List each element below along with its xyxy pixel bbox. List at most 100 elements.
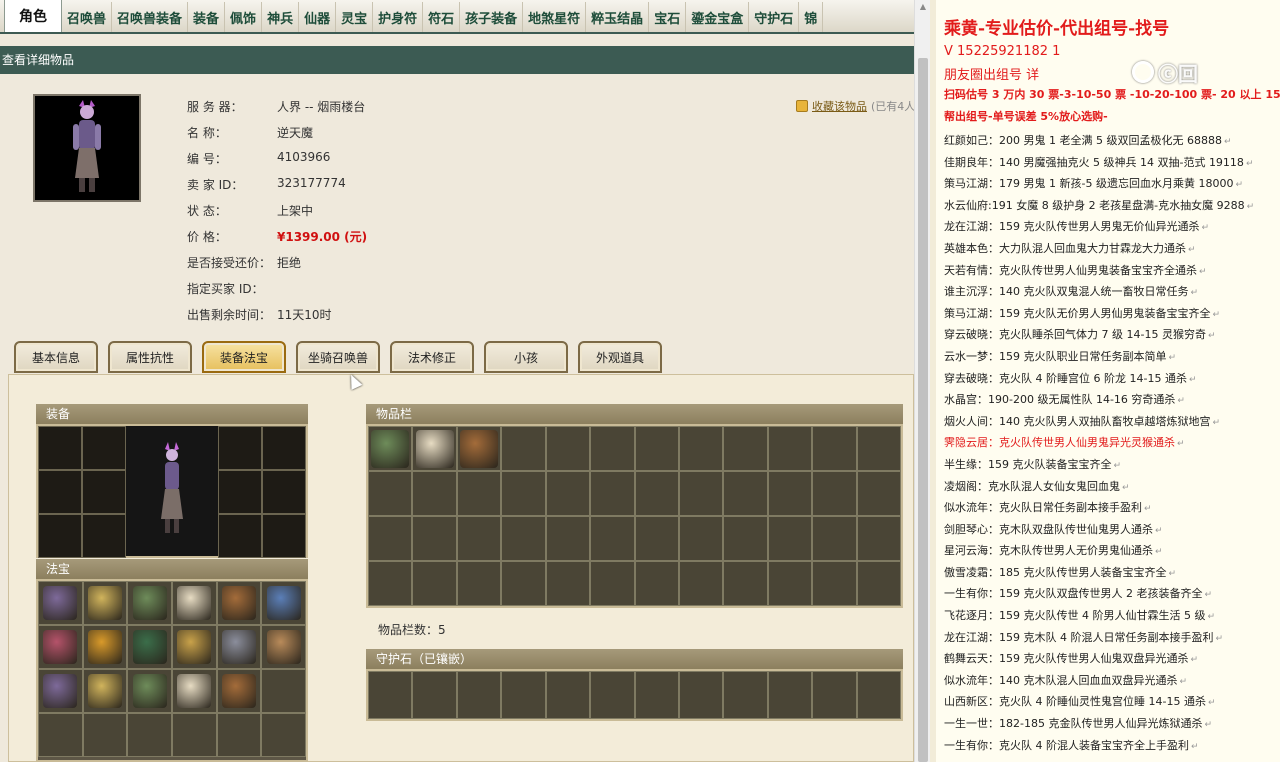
detail-tab-4[interactable]: 法术修正 bbox=[390, 341, 474, 373]
inventory-slot[interactable] bbox=[501, 561, 546, 606]
inventory-slot[interactable] bbox=[723, 516, 768, 561]
guard-stone-slot[interactable] bbox=[767, 671, 813, 719]
inventory-slot[interactable] bbox=[456, 471, 502, 516]
inventory-slot[interactable] bbox=[545, 516, 591, 561]
detail-tab-2[interactable]: 装备法宝 bbox=[202, 341, 286, 373]
nav-tab-11[interactable]: 地煞星符 bbox=[523, 2, 587, 32]
inventory-slot[interactable] bbox=[634, 516, 679, 561]
guard-stone-slot[interactable] bbox=[590, 671, 635, 719]
inventory-slot[interactable] bbox=[545, 561, 591, 606]
nav-tab-8[interactable]: 护身符 bbox=[373, 2, 424, 32]
fabao-slot[interactable] bbox=[172, 669, 217, 713]
guard-stone-slot[interactable] bbox=[545, 671, 591, 719]
nav-tab-7[interactable]: 灵宝 bbox=[336, 2, 374, 32]
fabao-slot[interactable] bbox=[216, 581, 262, 625]
equip-slot[interactable] bbox=[262, 426, 306, 470]
favorite-link[interactable]: 收藏该物品 (已有4人) bbox=[796, 98, 914, 114]
equip-slot[interactable] bbox=[38, 426, 82, 470]
inventory-slot[interactable] bbox=[767, 471, 813, 516]
nav-tab-14[interactable]: 鎏金宝盒 bbox=[686, 2, 750, 32]
equip-slot[interactable] bbox=[218, 426, 262, 470]
nav-tab-9[interactable]: 符石 bbox=[423, 2, 461, 32]
inventory-slot[interactable] bbox=[812, 471, 857, 516]
fabao-slot[interactable] bbox=[38, 581, 83, 625]
inventory-slot[interactable] bbox=[590, 471, 635, 516]
nav-tab-2[interactable]: 召唤兽装备 bbox=[112, 2, 189, 32]
inventory-slot[interactable] bbox=[856, 561, 901, 606]
fabao-slot[interactable] bbox=[127, 713, 172, 757]
fabao-slot[interactable] bbox=[82, 713, 128, 757]
inventory-slot[interactable] bbox=[767, 516, 813, 561]
inventory-slot[interactable] bbox=[545, 471, 591, 516]
inventory-slot[interactable] bbox=[412, 426, 457, 471]
inventory-slot[interactable] bbox=[456, 561, 502, 606]
inventory-slot[interactable] bbox=[501, 426, 546, 471]
detail-tab-0[interactable]: 基本信息 bbox=[14, 341, 98, 373]
guard-stone-slot[interactable] bbox=[723, 671, 768, 719]
equip-slot[interactable] bbox=[262, 514, 306, 558]
inventory-slot[interactable] bbox=[812, 426, 857, 471]
nav-tab-4[interactable]: 佩饰 bbox=[225, 2, 263, 32]
nav-tab-6[interactable]: 仙器 bbox=[299, 2, 337, 32]
inventory-slot[interactable] bbox=[856, 471, 901, 516]
equip-slot[interactable] bbox=[38, 514, 82, 558]
inventory-slot[interactable] bbox=[767, 426, 813, 471]
nav-tab-10[interactable]: 孩子装备 bbox=[460, 2, 524, 32]
equip-slot[interactable] bbox=[218, 470, 262, 514]
inventory-slot[interactable] bbox=[678, 426, 724, 471]
inventory-slot[interactable] bbox=[634, 561, 679, 606]
fabao-slot[interactable] bbox=[38, 669, 83, 713]
nav-tab-12[interactable]: 粹玉结晶 bbox=[586, 2, 650, 32]
guard-stone-slot[interactable] bbox=[412, 671, 457, 719]
inventory-slot[interactable] bbox=[412, 561, 457, 606]
inventory-slot[interactable] bbox=[368, 561, 413, 606]
guard-stone-slot[interactable] bbox=[501, 671, 546, 719]
inventory-slot[interactable] bbox=[368, 471, 413, 516]
inventory-slot[interactable] bbox=[456, 426, 502, 471]
inventory-slot[interactable] bbox=[634, 471, 679, 516]
fabao-slot[interactable] bbox=[261, 669, 306, 713]
fabao-slot[interactable] bbox=[261, 713, 306, 757]
nav-tab-0[interactable]: 角色 bbox=[4, 0, 62, 32]
equip-slot[interactable] bbox=[82, 470, 126, 514]
fabao-slot[interactable] bbox=[38, 713, 83, 757]
inventory-slot[interactable] bbox=[856, 426, 901, 471]
nav-tab-16[interactable]: 锦 bbox=[799, 2, 824, 32]
inventory-slot[interactable] bbox=[812, 561, 857, 606]
fabao-slot[interactable] bbox=[82, 669, 128, 713]
inventory-slot[interactable] bbox=[412, 471, 457, 516]
inventory-slot[interactable] bbox=[856, 516, 901, 561]
fabao-slot[interactable] bbox=[216, 625, 262, 669]
inventory-slot[interactable] bbox=[723, 426, 768, 471]
equip-slot[interactable] bbox=[82, 514, 126, 558]
inventory-slot[interactable] bbox=[501, 516, 546, 561]
inventory-slot[interactable] bbox=[678, 561, 724, 606]
nav-tab-5[interactable]: 神兵 bbox=[262, 2, 300, 32]
fabao-slot[interactable] bbox=[261, 625, 306, 669]
inventory-slot[interactable] bbox=[634, 426, 679, 471]
equip-slot[interactable] bbox=[262, 470, 306, 514]
fabao-slot[interactable] bbox=[216, 669, 262, 713]
guard-stone-slot[interactable] bbox=[856, 671, 901, 719]
inventory-slot[interactable] bbox=[723, 561, 768, 606]
fabao-slot[interactable] bbox=[82, 625, 128, 669]
scroll-up-icon[interactable]: ▲ bbox=[918, 2, 928, 12]
inventory-slot[interactable] bbox=[590, 561, 635, 606]
inventory-slot[interactable] bbox=[723, 471, 768, 516]
inventory-slot[interactable] bbox=[812, 516, 857, 561]
inventory-slot[interactable] bbox=[368, 516, 413, 561]
nav-tab-1[interactable]: 召唤兽 bbox=[62, 2, 113, 32]
fabao-slot[interactable] bbox=[172, 713, 217, 757]
detail-tab-6[interactable]: 外观道具 bbox=[578, 341, 662, 373]
detail-tab-5[interactable]: 小孩 bbox=[484, 341, 568, 373]
fabao-slot[interactable] bbox=[216, 713, 262, 757]
inventory-slot[interactable] bbox=[456, 516, 502, 561]
fabao-slot[interactable] bbox=[261, 581, 306, 625]
equip-slot[interactable] bbox=[38, 470, 82, 514]
detail-tab-1[interactable]: 属性抗性 bbox=[108, 341, 192, 373]
detail-tab-3[interactable]: 坐骑召唤兽 bbox=[296, 341, 380, 373]
inventory-slot[interactable] bbox=[590, 426, 635, 471]
guard-stone-slot[interactable] bbox=[634, 671, 679, 719]
fabao-slot[interactable] bbox=[127, 581, 172, 625]
equip-slot[interactable] bbox=[82, 426, 126, 470]
